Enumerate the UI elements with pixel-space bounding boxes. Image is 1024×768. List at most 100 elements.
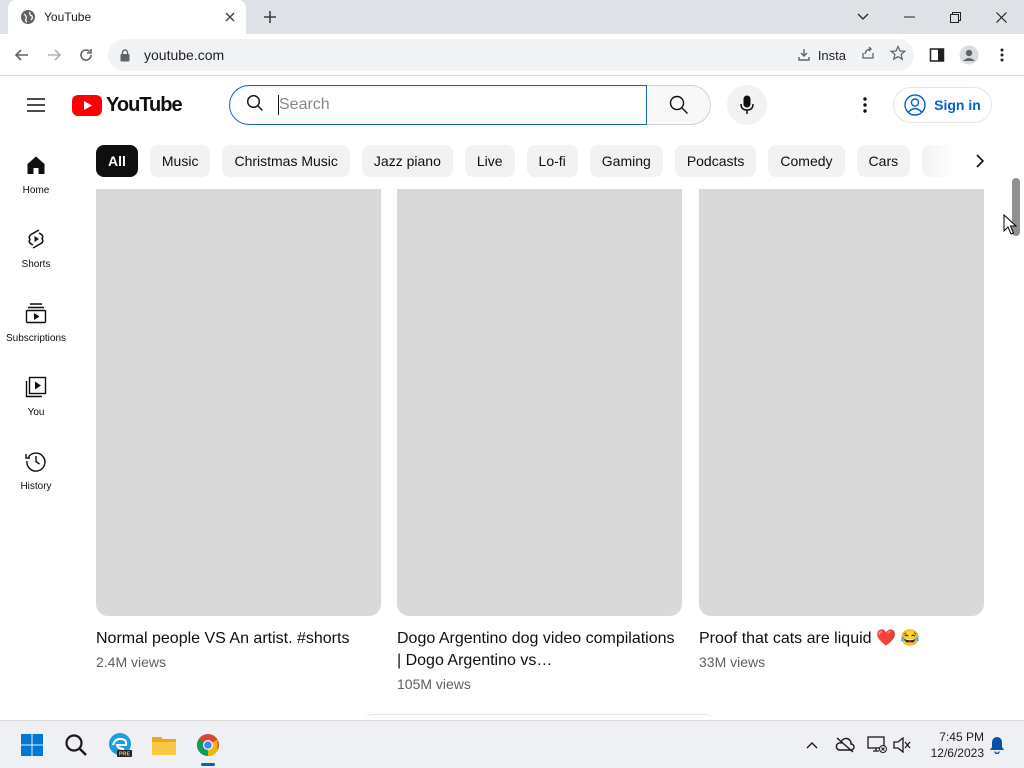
chip-comedy[interactable]: Comedy bbox=[768, 145, 845, 177]
youtube-masthead: YouTube Sign in bbox=[0, 77, 1024, 133]
new-tab-button[interactable] bbox=[258, 6, 282, 28]
sign-in-button[interactable]: Sign in bbox=[893, 87, 992, 123]
settings-menu-icon[interactable] bbox=[850, 89, 880, 121]
video-title[interactable]: Dogo Argentino dog video compilations | … bbox=[397, 628, 682, 672]
windows-start-icon[interactable] bbox=[16, 729, 48, 761]
lock-icon bbox=[120, 48, 134, 62]
close-tab-icon[interactable] bbox=[220, 7, 240, 27]
search-button[interactable] bbox=[647, 85, 711, 125]
url-text: youtube.com bbox=[144, 47, 225, 63]
browser-toolbar: youtube.com Insta bbox=[0, 34, 1024, 76]
mouse-cursor-icon bbox=[1003, 213, 1018, 241]
chip-christmas-music[interactable]: Christmas Music bbox=[222, 145, 350, 177]
taskbar-clock[interactable]: 7:45 PM 12/6/2023 bbox=[918, 729, 984, 761]
guide-item-subscriptions[interactable]: Subscriptions bbox=[0, 281, 72, 355]
guide-item-label: History bbox=[20, 481, 52, 492]
video-title[interactable]: Normal people VS An artist. #shorts bbox=[96, 628, 381, 650]
shorts-icon bbox=[24, 227, 48, 251]
search-field-container[interactable] bbox=[229, 85, 647, 125]
edge-beta-icon[interactable]: PRE bbox=[104, 729, 136, 761]
close-window-button[interactable] bbox=[978, 0, 1024, 34]
address-bar[interactable]: youtube.com Insta bbox=[108, 39, 914, 71]
chip-jazz-piano[interactable]: Jazz piano bbox=[361, 145, 453, 177]
filter-chip-bar: All Music Christmas Music Jazz piano Liv… bbox=[96, 145, 996, 177]
svg-text:PRE: PRE bbox=[119, 752, 131, 758]
voice-search-button[interactable] bbox=[727, 85, 767, 125]
video-card[interactable]: Normal people VS An artist. #shorts 2.4M… bbox=[96, 189, 381, 672]
chip-music[interactable]: Music bbox=[149, 145, 211, 177]
notification-bell-icon[interactable] bbox=[985, 733, 1009, 757]
chip-cars[interactable]: Cars bbox=[856, 145, 911, 177]
youtube-logo[interactable]: YouTube bbox=[72, 93, 183, 116]
chip-podcasts[interactable]: Podcasts bbox=[674, 145, 757, 177]
install-label: Insta bbox=[817, 47, 846, 63]
video-card[interactable]: Proof that cats are liquid ❤️ 😂 33M view… bbox=[699, 189, 984, 672]
chip-scroll-right-button[interactable] bbox=[964, 145, 996, 177]
taskbar-search-icon[interactable] bbox=[60, 729, 92, 761]
guide-item-home[interactable]: Home bbox=[0, 133, 72, 207]
browser-tab-youtube[interactable]: YouTube bbox=[8, 0, 246, 34]
browser-tab-strip: YouTube bbox=[0, 0, 1024, 34]
chip-lo-fi[interactable]: Lo-fi bbox=[526, 145, 578, 177]
video-views: 2.4M views bbox=[96, 654, 167, 670]
network-icon[interactable] bbox=[865, 733, 889, 757]
file-explorer-icon[interactable] bbox=[148, 729, 180, 761]
install-icon bbox=[798, 49, 810, 61]
clock-date: 12/6/2023 bbox=[930, 746, 984, 760]
reload-button[interactable] bbox=[72, 41, 100, 69]
onedrive-offline-icon[interactable] bbox=[833, 733, 857, 757]
video-thumbnail[interactable] bbox=[397, 189, 682, 616]
install-app-button[interactable]: Insta bbox=[796, 47, 846, 63]
chrome-icon[interactable] bbox=[192, 729, 224, 761]
guide-sidebar: Home Shorts Subscriptions You History bbox=[0, 133, 72, 503]
chip-live[interactable]: Live bbox=[464, 145, 515, 177]
windows-taskbar: PRE 7:45 PM 12/6/2023 bbox=[0, 720, 1024, 768]
show-hidden-icons-chevron-icon[interactable] bbox=[800, 733, 824, 757]
guide-item-shorts[interactable]: Shorts bbox=[0, 207, 72, 281]
share-icon[interactable] bbox=[860, 45, 876, 66]
youtube-wordmark: YouTube bbox=[106, 93, 183, 116]
clock-time: 7:45 PM bbox=[939, 730, 984, 744]
subscriptions-icon bbox=[24, 301, 48, 325]
side-panel-icon[interactable] bbox=[923, 41, 951, 69]
microphone-icon bbox=[740, 95, 754, 114]
chip-gaming[interactable]: Gaming bbox=[589, 145, 663, 177]
bookmark-star-icon[interactable] bbox=[889, 44, 907, 66]
tab-title: YouTube bbox=[44, 10, 92, 24]
search-submit-icon bbox=[669, 95, 688, 114]
video-views: 105M views bbox=[397, 676, 471, 692]
home-icon bbox=[24, 153, 48, 177]
guide-item-history[interactable]: History bbox=[0, 429, 72, 503]
minimize-button[interactable] bbox=[886, 0, 932, 34]
video-card[interactable]: Dogo Argentino dog video compilations | … bbox=[397, 189, 682, 694]
sign-in-label: Sign in bbox=[934, 97, 981, 113]
video-thumbnail[interactable] bbox=[96, 189, 381, 616]
video-thumbnail[interactable] bbox=[699, 189, 984, 616]
guide-item-label: Subscriptions bbox=[5, 333, 67, 344]
search-form bbox=[229, 85, 711, 125]
back-button[interactable] bbox=[8, 41, 36, 69]
restore-button[interactable] bbox=[932, 0, 978, 34]
guide-menu-icon[interactable] bbox=[20, 89, 52, 121]
chip-fade bbox=[920, 145, 970, 177]
history-icon bbox=[24, 449, 48, 473]
forward-button[interactable] bbox=[40, 41, 68, 69]
video-title[interactable]: Proof that cats are liquid ❤️ 😂 bbox=[699, 628, 984, 650]
guide-item-label: You bbox=[27, 407, 45, 418]
profile-avatar-icon[interactable] bbox=[955, 41, 983, 69]
globe-icon bbox=[20, 9, 36, 25]
chip-all[interactable]: All bbox=[96, 145, 138, 177]
search-input[interactable] bbox=[279, 96, 619, 114]
you-library-icon bbox=[24, 375, 48, 399]
browser-menu-icon[interactable] bbox=[988, 41, 1016, 69]
guide-item-label: Shorts bbox=[21, 259, 51, 270]
guide-item-you[interactable]: You bbox=[0, 355, 72, 429]
volume-muted-icon[interactable] bbox=[890, 733, 914, 757]
chevron-right-icon bbox=[976, 154, 985, 168]
active-app-indicator bbox=[201, 763, 215, 766]
search-icon bbox=[246, 94, 264, 117]
tab-search-chevron-icon[interactable] bbox=[840, 0, 886, 34]
account-icon bbox=[904, 94, 926, 116]
youtube-play-logo-icon bbox=[72, 94, 102, 116]
guide-item-label: Home bbox=[22, 185, 50, 196]
